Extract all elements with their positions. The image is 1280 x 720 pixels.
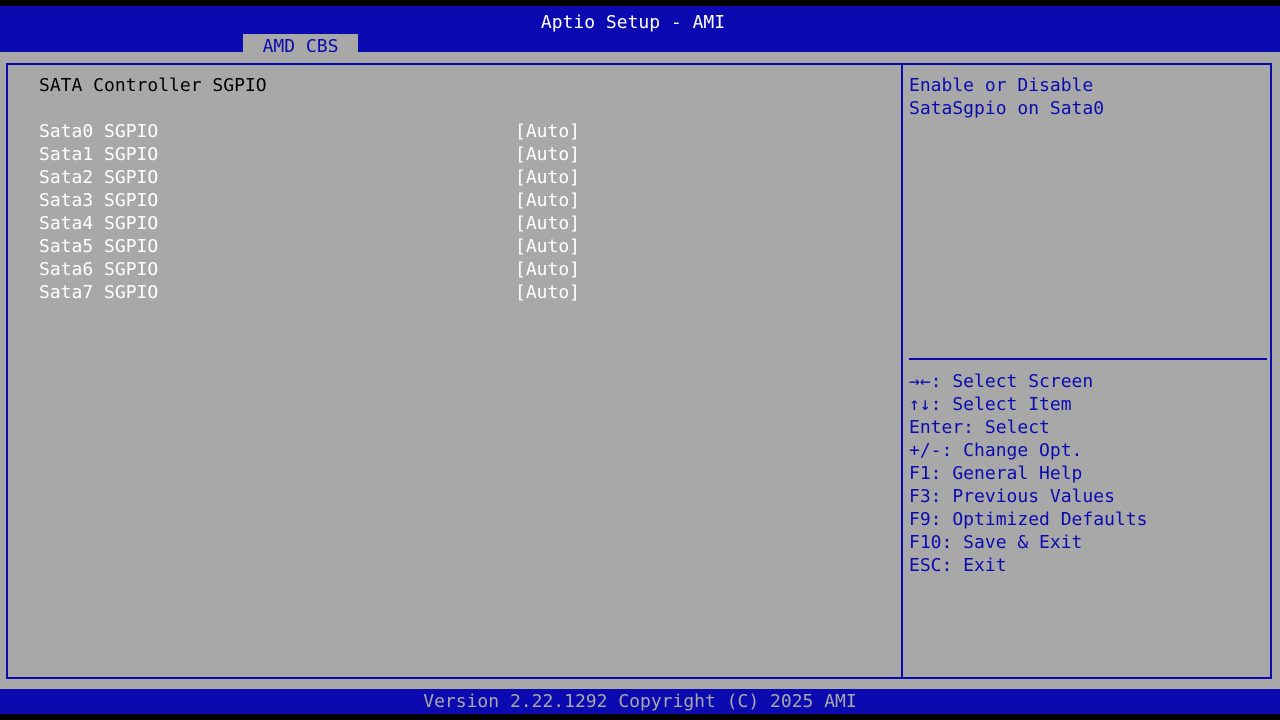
key-hint-enter: Enter: Select (909, 417, 1050, 438)
setting-value[interactable]: [Auto] (515, 189, 580, 212)
setting-label: Sata6 SGPIO (39, 259, 159, 280)
setting-sata3-sgpio[interactable]: Sata3 SGPIO [Auto] (39, 189, 599, 212)
app-title: Aptio Setup - AMI (540, 12, 726, 33)
main-area: SATA Controller SGPIO Sata0 SGPIO [Auto]… (0, 52, 1280, 689)
help-line: Enable or Disable (909, 75, 1094, 96)
setting-label: Sata2 SGPIO (39, 167, 159, 188)
setting-sata2-sgpio[interactable]: Sata2 SGPIO [Auto] (39, 166, 599, 189)
key-hint-change-opt: +/-: Change Opt. (909, 440, 1083, 461)
setting-label: Sata7 SGPIO (39, 282, 159, 303)
title-bar: Aptio Setup - AMI AMD CBS (0, 6, 1280, 58)
setting-label: Sata3 SGPIO (39, 190, 159, 211)
version-footer: Version 2.22.1292 Copyright (C) 2025 AMI (0, 689, 1280, 714)
screen-edge (0, 714, 1280, 720)
setting-sata5-sgpio[interactable]: Sata5 SGPIO [Auto] (39, 235, 599, 258)
setting-value[interactable]: [Auto] (515, 212, 580, 235)
setting-label: Sata0 SGPIO (39, 121, 159, 142)
setting-value[interactable]: [Auto] (515, 258, 580, 281)
key-hint-select-screen: →←: Select Screen (909, 371, 1094, 392)
key-hint-save-exit: F10: Save & Exit (909, 532, 1083, 553)
key-hint-optimized-defaults: F9: Optimized Defaults (909, 509, 1148, 530)
setting-label: Sata4 SGPIO (39, 213, 159, 234)
help-text: Enable or Disable SataSgpio on Sata0 (909, 74, 1104, 120)
key-hint-previous-values: F3: Previous Values (909, 486, 1115, 507)
setting-value[interactable]: [Auto] (515, 166, 580, 189)
key-legend: →←: Select Screen ↑↓: Select Item Enter:… (909, 370, 1147, 577)
page-title: SATA Controller SGPIO (39, 75, 267, 96)
setting-sata0-sgpio[interactable]: Sata0 SGPIO [Auto] (39, 120, 599, 143)
setting-sata4-sgpio[interactable]: Sata4 SGPIO [Auto] (39, 212, 599, 235)
setting-sata6-sgpio[interactable]: Sata6 SGPIO [Auto] (39, 258, 599, 281)
setting-value[interactable]: [Auto] (515, 235, 580, 258)
setting-label: Sata1 SGPIO (39, 144, 159, 165)
key-hint-exit: ESC: Exit (909, 555, 1007, 576)
setting-value[interactable]: [Auto] (515, 143, 580, 166)
key-hint-select-item: ↑↓: Select Item (909, 394, 1072, 415)
setting-value[interactable]: [Auto] (515, 120, 580, 143)
help-divider (909, 358, 1267, 360)
setting-label: Sata5 SGPIO (39, 236, 159, 257)
help-line: SataSgpio on Sata0 (909, 98, 1105, 119)
setting-sata1-sgpio[interactable]: Sata1 SGPIO [Auto] (39, 143, 599, 166)
setting-value[interactable]: [Auto] (515, 281, 580, 304)
key-hint-general-help: F1: General Help (909, 463, 1083, 484)
setting-sata7-sgpio[interactable]: Sata7 SGPIO [Auto] (39, 281, 599, 304)
panel-divider (901, 63, 903, 679)
